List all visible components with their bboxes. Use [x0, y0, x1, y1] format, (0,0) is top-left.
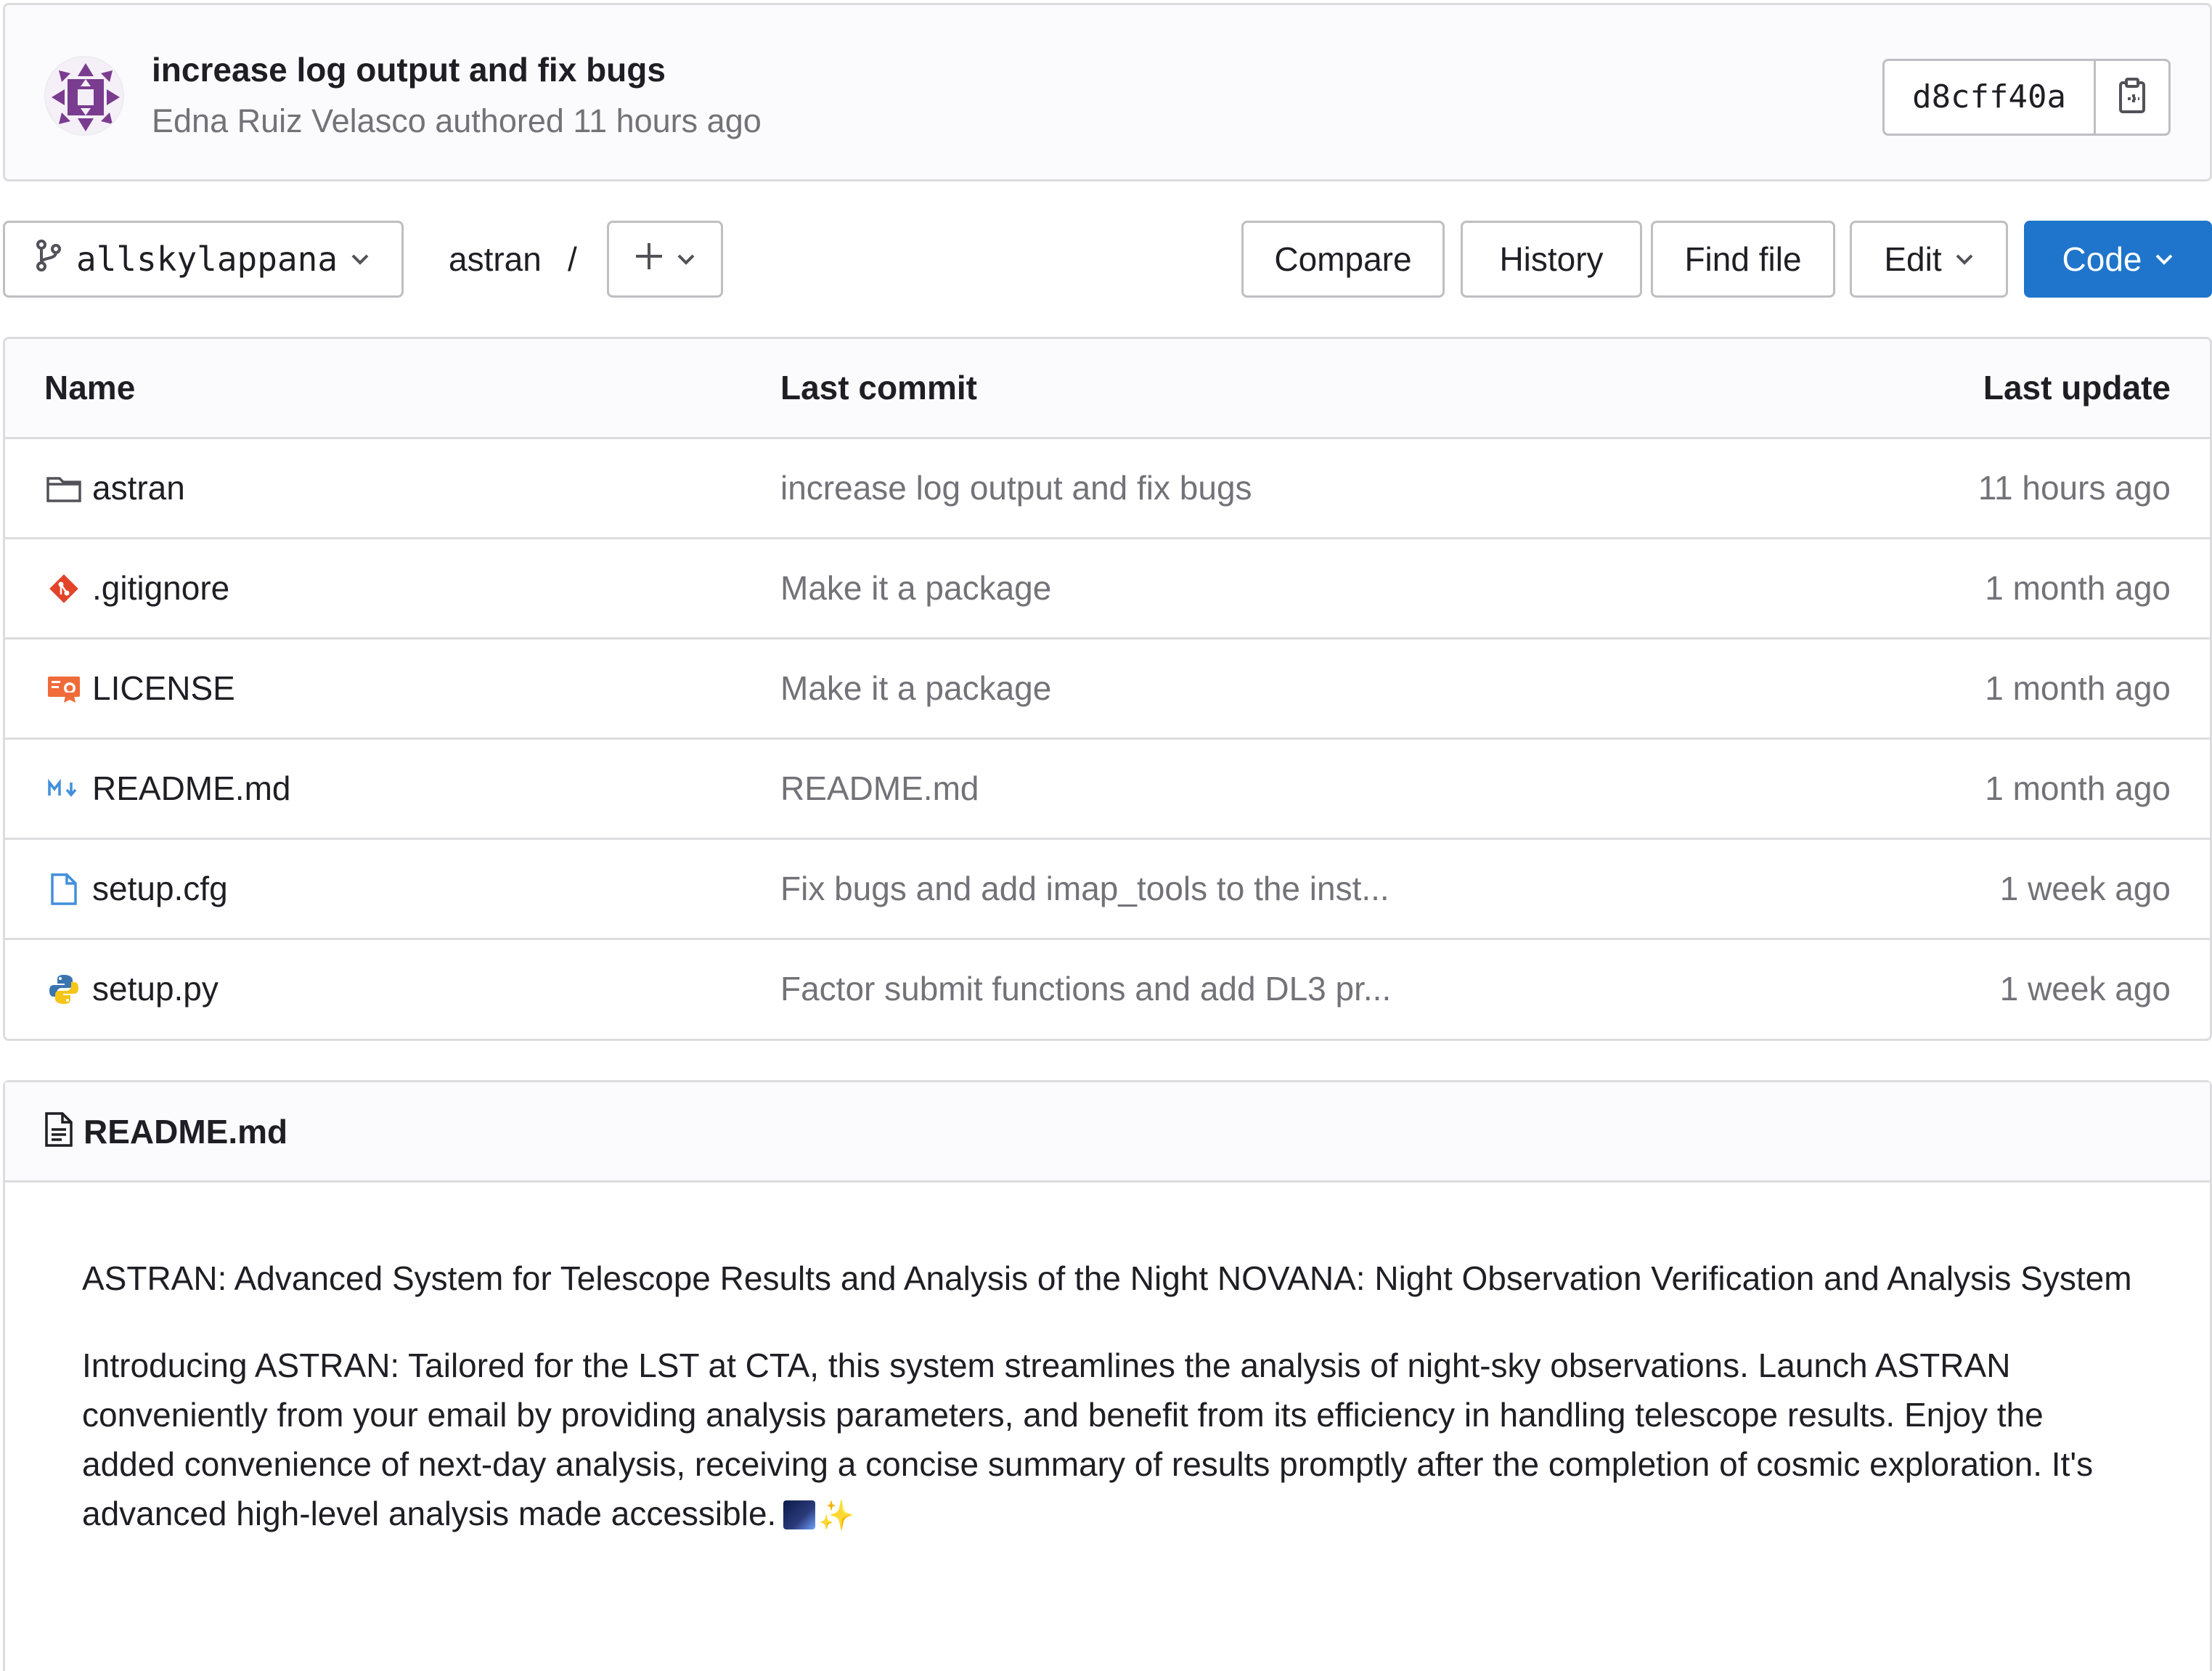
last-update-time: 1 week ago	[1999, 970, 2171, 1008]
chevron-down-icon	[2155, 253, 2174, 265]
commit-message-link[interactable]: Make it a package	[780, 640, 1051, 738]
table-row[interactable]: .gitignore Make it a package 1 month ago	[5, 539, 2210, 640]
commit-message-link[interactable]: increase log output and fix bugs	[780, 439, 1252, 537]
file-name-link[interactable]: .gitignore	[92, 539, 229, 637]
history-button[interactable]: History	[1461, 221, 1642, 298]
commit-message-link[interactable]: Factor submit functions and add DL3 pr..…	[780, 940, 1391, 1038]
clipboard-icon	[2116, 77, 2148, 118]
last-update-time: 1 month ago	[1985, 769, 2171, 807]
last-update-time: 11 hours ago	[1978, 469, 2171, 507]
chevron-down-icon	[677, 253, 695, 265]
column-header-last-commit: Last commit	[780, 369, 977, 406]
table-header-row: Name Last commit Last update	[5, 339, 2210, 439]
last-update-time: 1 month ago	[1985, 569, 2171, 607]
readme-content: ASTRAN: Advanced System for Telescope Re…	[82, 1254, 2144, 1578]
last-update-time: 1 month ago	[1985, 669, 2171, 707]
branch-icon	[34, 239, 63, 280]
chevron-down-icon	[351, 253, 370, 265]
file-name-link[interactable]: README.md	[92, 740, 290, 838]
readme-paragraph: ASTRAN: Advanced System for Telescope Re…	[82, 1259, 2132, 1297]
milky-way-icon	[783, 1500, 816, 1529]
chevron-down-icon	[1955, 253, 1974, 265]
git-icon	[44, 569, 83, 608]
table-row[interactable]: LICENSE Make it a package 1 month ago	[5, 640, 2210, 740]
readme-title-link[interactable]: README.md	[83, 1112, 287, 1151]
breadcrumb-separator: /	[568, 240, 577, 278]
compare-button[interactable]: Compare	[1241, 221, 1445, 298]
readme-paragraph-with-emoji: Introducing ASTRAN: Tailored for the LST…	[82, 1341, 2144, 1540]
table-row[interactable]: astran increase log output and fix bugs …	[5, 439, 2210, 539]
file-name-link[interactable]: setup.cfg	[92, 840, 228, 938]
last-commit-banner: increase log output and fix bugs Edna Ru…	[3, 3, 2212, 181]
file-name-link[interactable]: LICENSE	[92, 640, 235, 738]
readme-header: README.md	[5, 1082, 2210, 1182]
python-icon	[44, 970, 83, 1009]
column-header-last-update: Last update	[1983, 369, 2171, 406]
commit-sha[interactable]: d8cff40a	[1885, 61, 2096, 134]
file-icon	[44, 870, 83, 909]
certificate-icon	[44, 669, 83, 708]
breadcrumb-astran[interactable]: astran	[449, 221, 542, 298]
sparkles-icon: ✨	[818, 1500, 855, 1532]
readme-panel: README.md ASTRAN: Advanced System for Te…	[3, 1080, 2212, 1671]
code-label: Code	[2062, 240, 2142, 278]
add-to-tree-button[interactable]	[607, 221, 723, 298]
file-tree-table: Name Last commit Last update astran incr…	[3, 337, 2212, 1041]
repository-toolbar: allskylappana astran / Compare History F…	[3, 221, 2212, 298]
commit-author-meta: Edna Ruiz Velasco authored 11 hours ago	[152, 102, 762, 139]
branch-selector[interactable]: allskylappana	[3, 221, 404, 298]
commit-message-link[interactable]: Fix bugs and add imap_tools to the inst.…	[780, 840, 1389, 938]
edit-label: Edit	[1884, 240, 1942, 278]
code-dropdown-button[interactable]: Code	[2024, 221, 2212, 298]
file-name-link[interactable]: astran	[92, 439, 185, 537]
plus-icon	[634, 240, 664, 279]
readme-paragraph: Introducing ASTRAN: Tailored for the LST…	[82, 1347, 2094, 1532]
folder-icon	[44, 469, 83, 508]
markdown-icon	[44, 769, 83, 809]
commit-message-link[interactable]: Make it a package	[780, 539, 1051, 637]
avatar[interactable]	[44, 56, 124, 136]
last-update-time: 1 week ago	[1999, 870, 2171, 907]
commit-title[interactable]: increase log output and fix bugs	[152, 50, 666, 89]
commit-message-link[interactable]: README.md	[780, 740, 979, 838]
column-header-name: Name	[44, 369, 136, 406]
table-row[interactable]: README.md README.md 1 month ago	[5, 740, 2210, 840]
branch-name: allskylappana	[76, 240, 338, 279]
table-row[interactable]: setup.py Factor submit functions and add…	[5, 940, 2210, 1039]
copy-sha-button[interactable]	[2096, 61, 2168, 134]
file-name-link[interactable]: setup.py	[92, 940, 219, 1038]
find-file-button[interactable]: Find file	[1651, 221, 1835, 298]
file-text-icon	[44, 1111, 73, 1151]
edit-dropdown-button[interactable]: Edit	[1850, 221, 2008, 298]
table-row[interactable]: setup.cfg Fix bugs and add imap_tools to…	[5, 840, 2210, 940]
commit-sha-group: d8cff40a	[1882, 59, 2171, 136]
